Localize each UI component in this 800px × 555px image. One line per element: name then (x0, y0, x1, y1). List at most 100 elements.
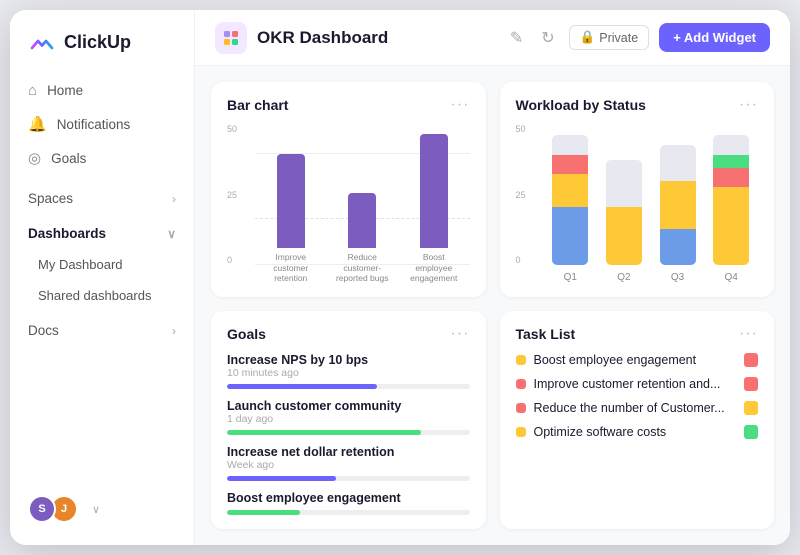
sidebar: ClickUp ⌂ Home 🔔 Notifications ◎ Goals S… (10, 10, 195, 545)
my-dashboard-label: My Dashboard (38, 257, 123, 272)
bar-chart-menu-icon[interactable]: ··· (451, 96, 470, 114)
goal-name-1: Launch customer community (227, 399, 470, 413)
chevron-down-icon: ∨ (167, 227, 176, 241)
sidebar-section-spaces[interactable]: Spaces › (10, 183, 194, 214)
task-list-header: Task List ··· (516, 325, 759, 343)
target-icon: ◎ (28, 149, 41, 167)
docs-label: Docs (28, 323, 59, 338)
goal-name-2: Increase net dollar retention (227, 445, 470, 459)
workload-menu-icon[interactable]: ··· (739, 96, 758, 114)
task-name-3: Optimize software costs (534, 425, 737, 439)
q1-label: Q1 (564, 272, 577, 283)
dashboard-grid: Bar chart ··· 50 25 0 (195, 66, 790, 545)
task-flag-0 (744, 353, 758, 367)
private-label: Private (599, 31, 638, 45)
refresh-icon[interactable]: ↻ (537, 24, 558, 52)
stacked-bar-q1 (552, 135, 588, 265)
avatar-s: S (28, 495, 56, 523)
stacked-bar-q3 (660, 145, 696, 265)
task-item-3: Optimize software costs (516, 425, 759, 439)
y-label-25: 25 (227, 190, 237, 200)
bar-label-1: Reduce customer- reported bugs (332, 252, 392, 283)
segment-yellow (713, 187, 749, 265)
segment-yellow (660, 181, 696, 229)
goal-name-0: Increase NPS by 10 bps (227, 353, 368, 367)
stacked-group-q2: Q2 (606, 160, 642, 283)
goals-header: Goals ··· (227, 325, 470, 343)
spaces-label: Spaces (28, 191, 73, 206)
sidebar-item-shared-dashboards[interactable]: Shared dashboards (10, 280, 194, 311)
home-icon: ⌂ (28, 82, 37, 99)
task-flag-2 (744, 401, 758, 415)
dashboard-icon-box (215, 22, 247, 54)
sidebar-item-notifications[interactable]: 🔔 Notifications (10, 107, 194, 141)
segment-red (552, 155, 588, 175)
edit-icon[interactable]: ✎ (506, 24, 527, 52)
segment-gray (552, 135, 588, 155)
sidebar-section-docs[interactable]: Docs › (10, 315, 194, 346)
task-flag-1 (744, 377, 758, 391)
goal-progress-fill-3 (227, 510, 300, 515)
y-label-50: 50 (227, 124, 237, 134)
sidebar-item-home[interactable]: ⌂ Home (10, 74, 194, 107)
segment-red (713, 168, 749, 188)
shared-dashboards-label: Shared dashboards (38, 288, 151, 303)
lock-icon: 🔒 (580, 30, 596, 45)
y-label-50: 50 (516, 124, 526, 134)
bar-0 (277, 154, 305, 248)
task-list-title: Task List (516, 326, 576, 342)
workload-title: Workload by Status (516, 97, 646, 113)
task-flag-3 (744, 425, 758, 439)
q3-label: Q3 (671, 272, 684, 283)
stacked-group-q3: Q3 (660, 145, 696, 283)
private-badge[interactable]: 🔒 Private (569, 25, 649, 50)
bar-label-0: Improve customer retention (261, 252, 321, 283)
task-list: Boost employee engagement Improve custom… (516, 353, 759, 439)
q2-label: Q2 (617, 272, 630, 283)
page-title: OKR Dashboard (257, 28, 388, 48)
bar-chart-header: Bar chart ··· (227, 96, 470, 114)
bar-group-0: Improve customer retention (261, 154, 321, 283)
goals-menu-icon[interactable]: ··· (451, 325, 470, 343)
clickup-logo-icon (28, 28, 56, 56)
goals-list: Increase NPS by 10 bps 10 minutes ago La… (227, 353, 470, 515)
sidebar-item-label: Goals (51, 151, 86, 166)
main-area: OKR Dashboard ✎ ↻ 🔒 Private + Add Widget… (195, 10, 790, 545)
goal-item-2: Increase net dollar retention Week ago (227, 445, 470, 481)
goals-title: Goals (227, 326, 266, 342)
segment-gray (713, 135, 749, 155)
sidebar-item-my-dashboard[interactable]: My Dashboard (10, 249, 194, 280)
topbar-actions: ✎ ↻ 🔒 Private + Add Widget (506, 23, 770, 52)
segment-gray (606, 160, 642, 207)
y-axis-labels: 50 25 0 (227, 124, 237, 265)
sidebar-item-label: Notifications (57, 117, 131, 132)
task-item-0: Boost employee engagement (516, 353, 759, 367)
y-label-0: 0 (227, 255, 237, 265)
task-name-2: Reduce the number of Customer... (534, 401, 737, 415)
task-dot-3 (516, 427, 526, 437)
stacked-group-q1: Q1 (552, 135, 588, 283)
workload-header: Workload by Status ··· (516, 96, 759, 114)
bar-chart-inner: Improve customer retention Reduce custom… (255, 153, 470, 283)
bar-group-1: Reduce customer- reported bugs (332, 193, 392, 283)
task-dot-2 (516, 403, 526, 413)
sidebar-footer: S J ∨ (10, 485, 194, 533)
add-widget-button[interactable]: + Add Widget (659, 23, 770, 52)
sidebar-item-goals[interactable]: ◎ Goals (10, 141, 194, 175)
bar-group-2: Boost employee engagement (404, 134, 464, 283)
logo-text: ClickUp (64, 32, 131, 53)
stacked-bars-inner: Q1 Q2 (544, 133, 759, 283)
stacked-bar-q4 (713, 135, 749, 265)
task-item-1: Improve customer retention and... (516, 377, 759, 391)
sidebar-section-dashboards[interactable]: Dashboards ∨ (10, 218, 194, 249)
bar-chart-area: 50 25 0 I (227, 124, 470, 283)
bar-1 (348, 193, 376, 248)
goal-item-1: Launch customer community 1 day ago (227, 399, 470, 435)
logo-area: ClickUp (10, 28, 194, 74)
y-label-0: 0 (516, 255, 526, 265)
segment-blue (660, 229, 696, 265)
avatar-chevron-icon: ∨ (92, 503, 100, 516)
task-dot-0 (516, 355, 526, 365)
task-list-menu-icon[interactable]: ··· (739, 325, 758, 343)
goal-progress-bar-1 (227, 430, 470, 435)
